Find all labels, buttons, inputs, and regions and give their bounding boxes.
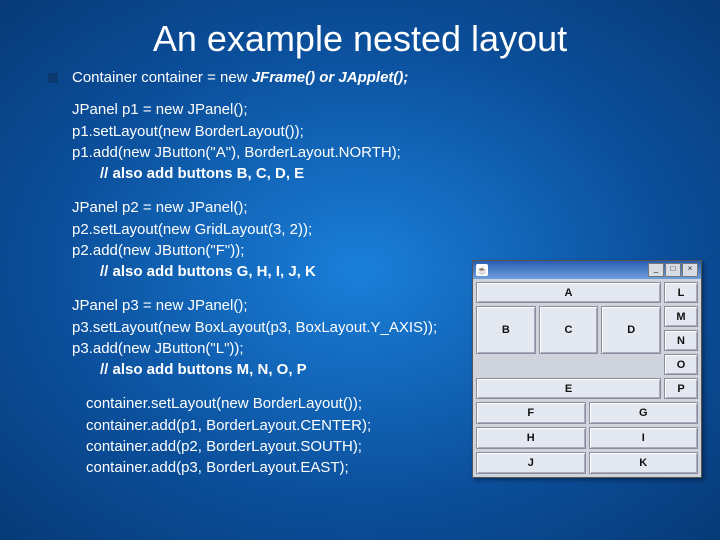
bullet-line: Container container = new JFrame() or JA…	[48, 68, 688, 88]
button-K[interactable]: K	[589, 452, 699, 474]
button-B[interactable]: B	[476, 306, 536, 354]
code-line: JPanel p2 = new JPanel();	[72, 198, 688, 218]
button-C[interactable]: C	[539, 306, 599, 354]
panel-p2: F G H I J K	[476, 402, 698, 474]
button-A[interactable]: A	[476, 282, 661, 303]
text: JApplet();	[338, 69, 408, 86]
java-icon: ☕	[476, 264, 488, 276]
code-line: JPanel p1 = new JPanel();	[72, 100, 688, 120]
button-L[interactable]: L	[664, 282, 698, 303]
text: or	[315, 69, 338, 86]
p1-center-row: B C D	[476, 306, 661, 375]
titlebar: ☕ _ □ ×	[473, 261, 701, 279]
text: Container container = new	[72, 69, 252, 86]
window-body: A B C D E L M N O P F	[473, 279, 701, 477]
button-P[interactable]: P	[664, 378, 698, 399]
code-line: p1.add(new JButton("A"), BorderLayout.NO…	[72, 143, 688, 163]
bullet-icon	[48, 73, 58, 83]
code-line: p1.setLayout(new BorderLayout());	[72, 122, 688, 142]
code-block-p1: JPanel p1 = new JPanel(); p1.setLayout(n…	[72, 100, 688, 184]
button-M[interactable]: M	[664, 306, 698, 327]
code-comment: // also add buttons B, C, D, E	[72, 164, 688, 184]
layout-row: A B C D E L M N O P	[476, 282, 698, 399]
button-I[interactable]: I	[589, 427, 699, 449]
close-button[interactable]: ×	[682, 263, 698, 277]
slide-title: An example nested layout	[0, 0, 720, 68]
panel-p1: A B C D E	[476, 282, 661, 399]
slide: An example nested layout Container conta…	[0, 0, 720, 540]
example-window: ☕ _ □ × A B C D E	[472, 260, 702, 478]
button-J[interactable]: J	[476, 452, 586, 474]
button-E[interactable]: E	[476, 378, 661, 399]
button-G[interactable]: G	[589, 402, 699, 424]
button-D[interactable]: D	[601, 306, 661, 354]
button-H[interactable]: H	[476, 427, 586, 449]
code-line: p2.add(new JButton("F"));	[72, 241, 688, 261]
button-O[interactable]: O	[664, 354, 698, 375]
code-line-container: Container container = new JFrame() or JA…	[72, 68, 408, 88]
panel-p3: L M N O P	[664, 282, 698, 399]
minimize-button[interactable]: _	[648, 263, 664, 277]
maximize-button[interactable]: □	[665, 263, 681, 277]
code-line: p2.setLayout(new GridLayout(3, 2));	[72, 220, 688, 240]
button-N[interactable]: N	[664, 330, 698, 351]
window-controls: _ □ ×	[648, 263, 698, 277]
button-F[interactable]: F	[476, 402, 586, 424]
titlebar-left: ☕	[476, 264, 488, 276]
text: JFrame()	[252, 69, 315, 86]
